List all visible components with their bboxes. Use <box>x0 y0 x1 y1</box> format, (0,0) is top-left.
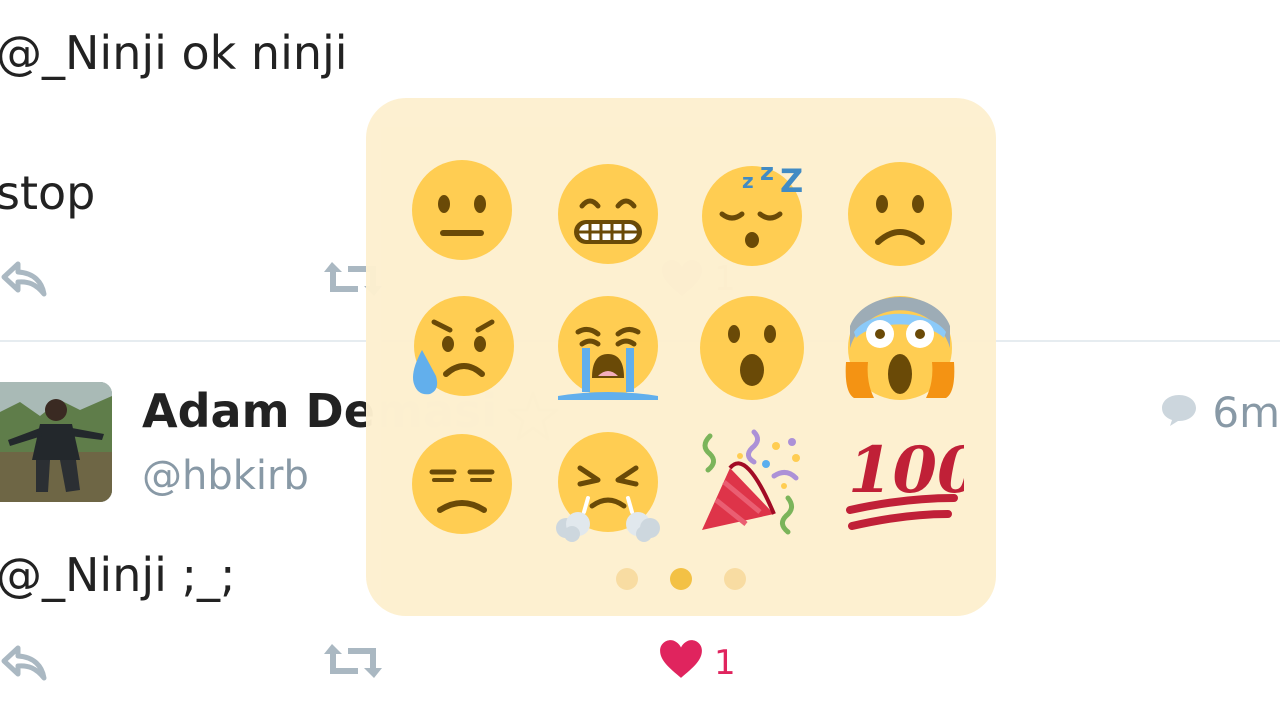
picker-pagination <box>366 568 996 590</box>
comment-bubble-icon <box>1160 392 1198 434</box>
tweet-meta: 6m <box>1160 392 1280 434</box>
page-dot-2-active[interactable] <box>670 568 692 590</box>
sad-relieved-face-emoji[interactable] <box>406 292 526 412</box>
hundred-points-emoji[interactable]: 100 <box>844 428 964 548</box>
username[interactable]: @hbkirb <box>142 456 309 496</box>
screaming-face-emoji[interactable] <box>844 292 964 412</box>
sleeping-face-emoji[interactable]: z z Z <box>696 158 816 278</box>
reply-icon[interactable] <box>0 642 48 682</box>
triumph-face-emoji[interactable] <box>552 428 672 548</box>
tweet-text-line1: @_Ninji ok ninji <box>0 26 348 80</box>
frowning-face-emoji[interactable] <box>844 158 964 278</box>
reply-icon[interactable] <box>0 258 48 298</box>
loudly-crying-face-emoji[interactable] <box>552 292 672 412</box>
page-dot-3[interactable] <box>724 568 746 590</box>
party-popper-emoji[interactable] <box>696 428 816 548</box>
avatar[interactable] <box>0 382 112 502</box>
unamused-face-emoji[interactable] <box>406 428 526 548</box>
grimacing-face-emoji[interactable] <box>552 158 672 278</box>
emoji-picker: z z Z 10 <box>366 98 996 616</box>
svg-text:Z: Z <box>780 162 803 200</box>
retweet-icon[interactable] <box>322 640 384 682</box>
tweet-time[interactable]: 6m <box>1212 392 1280 434</box>
tweet-text: @_Ninji ;_; <box>0 548 236 602</box>
liked-heart-icon[interactable] <box>658 638 704 680</box>
svg-text:z: z <box>742 169 754 193</box>
like-count: 1 <box>714 643 736 683</box>
display-name-visible: Adam De <box>142 384 375 438</box>
svg-text:z: z <box>760 158 774 186</box>
page-dot-1[interactable] <box>616 568 638 590</box>
hushed-face-emoji[interactable] <box>696 292 816 412</box>
tweet-text-line2: stop <box>0 166 96 220</box>
neutral-face-emoji[interactable] <box>406 154 526 274</box>
